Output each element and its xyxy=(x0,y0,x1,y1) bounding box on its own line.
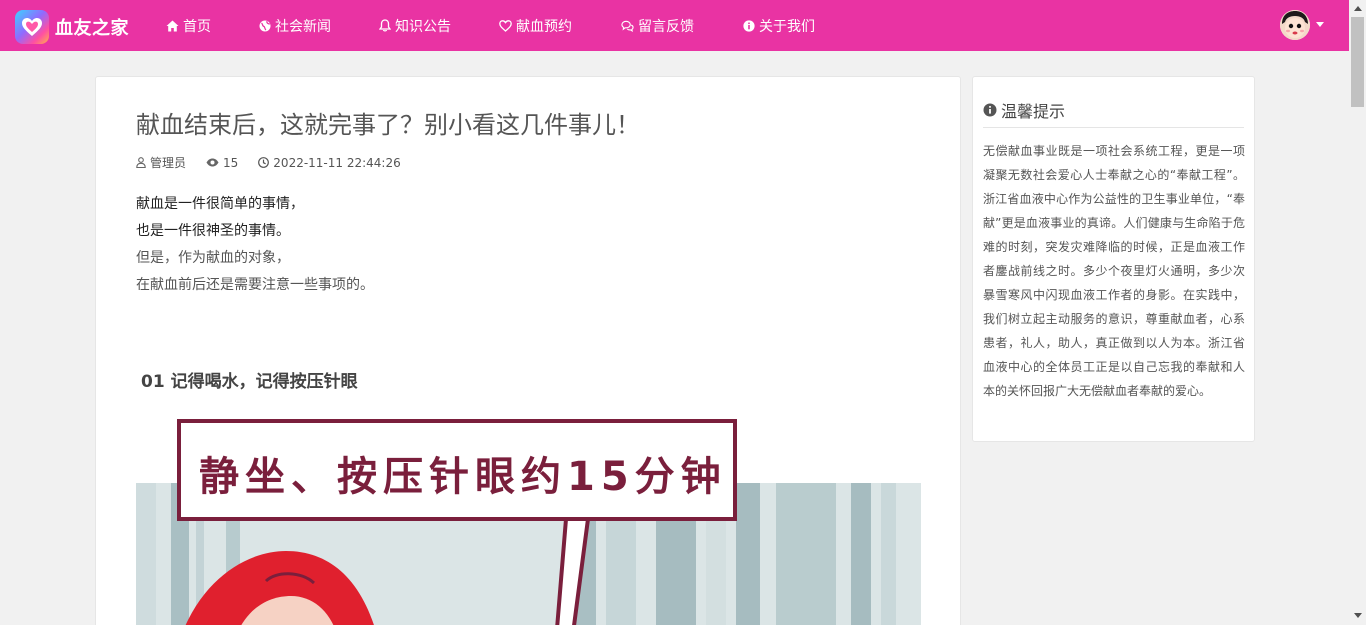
paragraph: 献血是一件很简单的事情， xyxy=(136,196,304,212)
clock-icon xyxy=(258,157,270,168)
nav-label: 首页 xyxy=(183,18,211,35)
sidebar-title: 温馨提示 xyxy=(1001,102,1066,121)
brand[interactable]: 血友之家 xyxy=(15,10,129,44)
author-meta: 管理员 xyxy=(136,154,186,171)
sidebar-heading: 温馨提示 xyxy=(983,98,1065,122)
article-card: 献血结束后，这就完事了？别小看这几件事儿！ 管理员 15 2022-11-11 … xyxy=(95,76,961,625)
paragraph: 也是一件很神圣的事情。 xyxy=(136,223,290,239)
user-icon xyxy=(136,157,146,168)
scroll-down-arrow-icon[interactable] xyxy=(1354,613,1362,618)
caret-down-icon[interactable] xyxy=(1316,22,1324,27)
tips-sidebar: 温馨提示 无偿献血事业既是一项社会系统工程，更是一项凝聚无数社会爱心人士奉献之心… xyxy=(972,76,1255,442)
article-title: 献血结束后，这就完事了？别小看这几件事儿！ xyxy=(136,111,640,139)
publish-datetime: 2022-11-11 22:44:26 xyxy=(273,155,401,170)
nav-item-knowledge[interactable]: 知识公告 xyxy=(378,0,451,51)
article-illustration: 静坐、按压针眼约15分钟 xyxy=(136,411,921,625)
nav-item-appointment[interactable]: 献血预约 xyxy=(499,0,572,51)
views-meta: 15 xyxy=(206,156,238,170)
sidebar-text: 无偿献血事业既是一项社会系统工程，更是一项凝聚无数社会爱心人士奉献之心的“奉献工… xyxy=(983,144,1245,398)
nav-label: 关于我们 xyxy=(759,18,815,35)
article-body: 献血是一件很简单的事情， 也是一件很神圣的事情。 但是，作为献血的对象， 在献血… xyxy=(136,191,374,299)
eye-icon xyxy=(206,158,219,167)
illustration-caption: 静坐、按压针眼约15分钟 xyxy=(199,454,727,500)
nav-item-social-news[interactable]: 社会新闻 xyxy=(258,0,331,51)
view-count: 15 xyxy=(223,155,239,170)
heart-logo-icon xyxy=(15,10,49,44)
bell-icon xyxy=(378,19,391,32)
paragraph: 但是，作为献血的对象， xyxy=(136,250,290,266)
scroll-up-arrow-icon[interactable] xyxy=(1354,6,1362,11)
nav-label: 社会新闻 xyxy=(275,18,331,35)
heart-icon xyxy=(499,19,512,32)
nav-item-feedback[interactable]: 留言反馈 xyxy=(621,0,694,51)
top-navbar: 血友之家 首页 社会新闻 知识公告 献血预约 留言反馈 关于我们 xyxy=(0,0,1349,51)
nav-item-about[interactable]: 关于我们 xyxy=(742,0,815,51)
section-heading: 01 记得喝水，记得按压针眼 xyxy=(141,372,358,392)
user-avatar[interactable] xyxy=(1280,10,1310,40)
nav-item-home[interactable]: 首页 xyxy=(166,0,211,51)
info-circle-icon xyxy=(742,19,755,32)
article-meta: 管理员 15 2022-11-11 22:44:26 xyxy=(136,154,421,171)
page-scrollbar[interactable] xyxy=(1349,0,1366,625)
paragraph: 在献血前后还是需要注意一些事项的。 xyxy=(136,277,374,293)
nav-label: 留言反馈 xyxy=(638,18,694,35)
home-icon xyxy=(166,19,179,32)
globe-icon xyxy=(258,19,271,32)
info-circle-icon xyxy=(983,103,997,117)
date-meta: 2022-11-11 22:44:26 xyxy=(258,155,401,170)
scroll-thumb[interactable] xyxy=(1351,17,1364,107)
nav-label: 献血预约 xyxy=(516,18,572,35)
divider xyxy=(983,127,1244,128)
comments-icon xyxy=(621,19,634,32)
author-name: 管理员 xyxy=(150,156,187,170)
brand-name: 血友之家 xyxy=(55,18,129,39)
nav-label: 知识公告 xyxy=(395,18,451,35)
